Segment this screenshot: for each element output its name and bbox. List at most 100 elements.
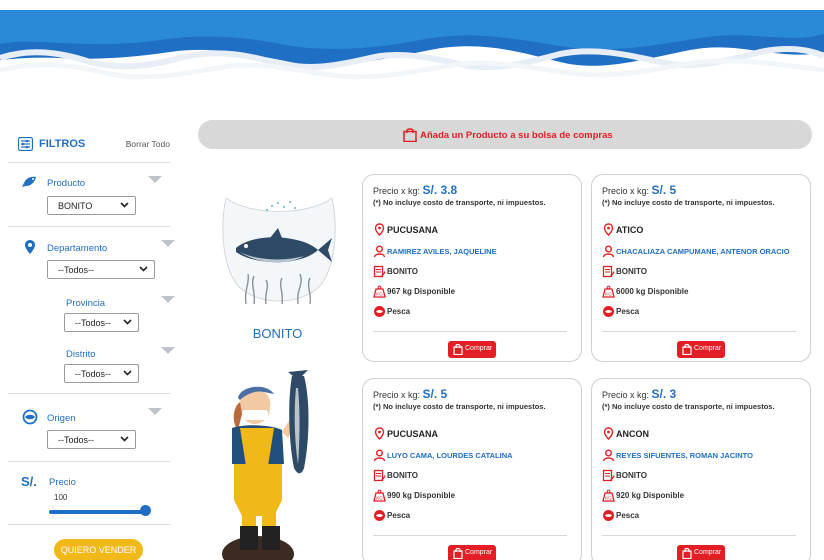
price-slider-track[interactable] <box>49 510 145 514</box>
user-icon <box>373 449 386 462</box>
buy-button-label: Comprar <box>465 549 493 556</box>
buy-button-label: Comprar <box>694 345 722 352</box>
chevron-down-icon <box>120 436 129 442</box>
origen-collapse-caret[interactable] <box>148 408 162 415</box>
filters-title: FILTROS <box>39 138 86 150</box>
location-pin-icon <box>374 427 385 440</box>
filter-list-icon <box>18 137 33 151</box>
price-value: 100 <box>54 493 68 502</box>
location-text: PUCUSANA <box>387 225 439 235</box>
product-card: Precio x kg: S/. 5 (*) No incluye costo … <box>362 378 582 560</box>
divider <box>8 226 170 227</box>
provincia-select[interactable]: --Todos-- <box>64 313 139 332</box>
document-edit-icon <box>373 265 386 278</box>
filters-header: FILTROS Borrar Todo <box>18 136 170 154</box>
svg-text:KG: KG <box>376 496 383 501</box>
divider <box>8 524 170 525</box>
weight-kg-icon: KG <box>602 489 615 502</box>
departamento-collapse-caret[interactable] <box>161 240 175 247</box>
origin-text: Pesca <box>387 511 411 520</box>
seller-link[interactable]: REYES SIFUENTES, ROMAN JACINTO <box>616 451 753 460</box>
clear-all-link[interactable]: Borrar Todo <box>126 139 170 149</box>
svg-text:KG: KG <box>605 496 612 501</box>
product-card: Precio x kg: S/. 3 (*) No incluye costo … <box>591 378 811 560</box>
net-origin-icon <box>374 510 385 521</box>
location-pin-icon <box>374 223 385 236</box>
sell-button[interactable]: QUIERO VENDER <box>54 539 143 560</box>
document-edit-icon <box>602 265 615 278</box>
price-label: Precio x kg: <box>373 186 421 196</box>
buy-button[interactable]: Comprar <box>448 341 496 358</box>
origen-label: Origen <box>47 413 76 424</box>
shopping-bag-icon <box>682 547 692 559</box>
price-label: Precio x kg: <box>602 390 650 400</box>
stock-text: 920 kg Disponible <box>616 491 685 500</box>
origen-select[interactable]: --Todos-- <box>47 430 136 449</box>
card-divider <box>373 331 567 332</box>
price-line: Precio x kg: S/. 3 <box>602 387 676 401</box>
tax-note: (*) No incluye costo de transporte, ni i… <box>373 402 546 411</box>
document-edit-icon <box>602 469 615 482</box>
card-divider <box>373 535 567 536</box>
price-label: Precio x kg: <box>602 186 650 196</box>
precio-label: Precio <box>49 477 76 488</box>
card-divider <box>602 331 796 332</box>
shopping-bag-icon <box>453 343 463 355</box>
price-line: Precio x kg: S/. 5 <box>373 387 447 401</box>
product-name: BONITO <box>252 326 303 341</box>
price-line: Precio x kg: S/. 3.8 <box>373 183 457 197</box>
net-origin-icon <box>374 306 385 317</box>
stock-text: 6000 kg Disponible <box>616 287 689 296</box>
seller-link[interactable]: CHACALIAZA CAMPUMANE, ANTENOR ORACIO <box>616 247 790 256</box>
chevron-down-icon <box>123 370 132 376</box>
distrito-select[interactable]: --Todos-- <box>64 364 139 383</box>
buy-button-label: Comprar <box>694 549 722 556</box>
weight-kg-icon: KG <box>373 489 386 502</box>
fish-icon <box>22 176 36 187</box>
stock-text: 990 kg Disponible <box>387 491 456 500</box>
producto-select[interactable]: BONITO <box>47 196 136 215</box>
product-card: Precio x kg: S/. 5 (*) No incluye costo … <box>591 174 811 362</box>
svg-text:KG: KG <box>605 292 612 297</box>
bonito-illustration <box>222 197 336 305</box>
product-card: Precio x kg: S/. 3.8 (*) No incluye cost… <box>362 174 582 362</box>
price-slider-handle[interactable] <box>140 505 151 516</box>
seller-link[interactable]: LUYO CAMA, LOURDES CATALINA <box>387 451 513 460</box>
distrito-collapse-caret[interactable] <box>161 347 175 354</box>
provincia-collapse-caret[interactable] <box>161 296 175 303</box>
divider <box>8 461 170 462</box>
departamento-select[interactable]: --Todos-- <box>47 260 155 279</box>
page: FILTROS Borrar Todo Producto BONITO Depa… <box>0 0 824 560</box>
buy-button[interactable]: Comprar <box>677 341 725 358</box>
price-value: S/. 5 <box>651 183 677 197</box>
price-value: S/. 3 <box>651 387 677 401</box>
wave-banner <box>0 0 824 86</box>
producto-collapse-caret[interactable] <box>148 176 162 183</box>
product-text: BONITO <box>616 267 647 276</box>
distrito-select-value: --Todos-- <box>75 369 112 379</box>
user-icon <box>602 245 615 258</box>
cart-banner-text: Añada un Producto a su bolsa de compras <box>420 130 613 141</box>
user-icon <box>602 449 615 462</box>
fisher-illustration <box>222 370 309 560</box>
tax-note: (*) No incluye costo de transporte, ni i… <box>373 198 546 207</box>
net-origin-icon <box>22 409 38 425</box>
location-pin-icon <box>603 427 614 440</box>
origin-text: Pesca <box>616 511 640 520</box>
producto-label: Producto <box>47 178 86 189</box>
product-text: BONITO <box>616 471 647 480</box>
currency-icon: S/. <box>21 474 37 489</box>
price-line: Precio x kg: S/. 5 <box>602 183 676 197</box>
shopping-bag-icon <box>682 343 692 355</box>
seller-link[interactable]: RAMIREZ AVILES, JAQUELINE <box>387 247 497 256</box>
price-value: S/. 3.8 <box>422 183 458 197</box>
weight-kg-icon: KG <box>373 285 386 298</box>
producto-select-value: BONITO <box>58 201 93 211</box>
location-text: PUCUSANA <box>387 429 439 439</box>
distrito-label: Distrito <box>66 349 96 360</box>
chevron-down-icon <box>139 266 148 272</box>
buy-button[interactable]: Comprar <box>448 545 496 560</box>
svg-text:KG: KG <box>376 292 383 297</box>
provincia-label: Provincia <box>66 298 106 309</box>
buy-button[interactable]: Comprar <box>677 545 725 560</box>
